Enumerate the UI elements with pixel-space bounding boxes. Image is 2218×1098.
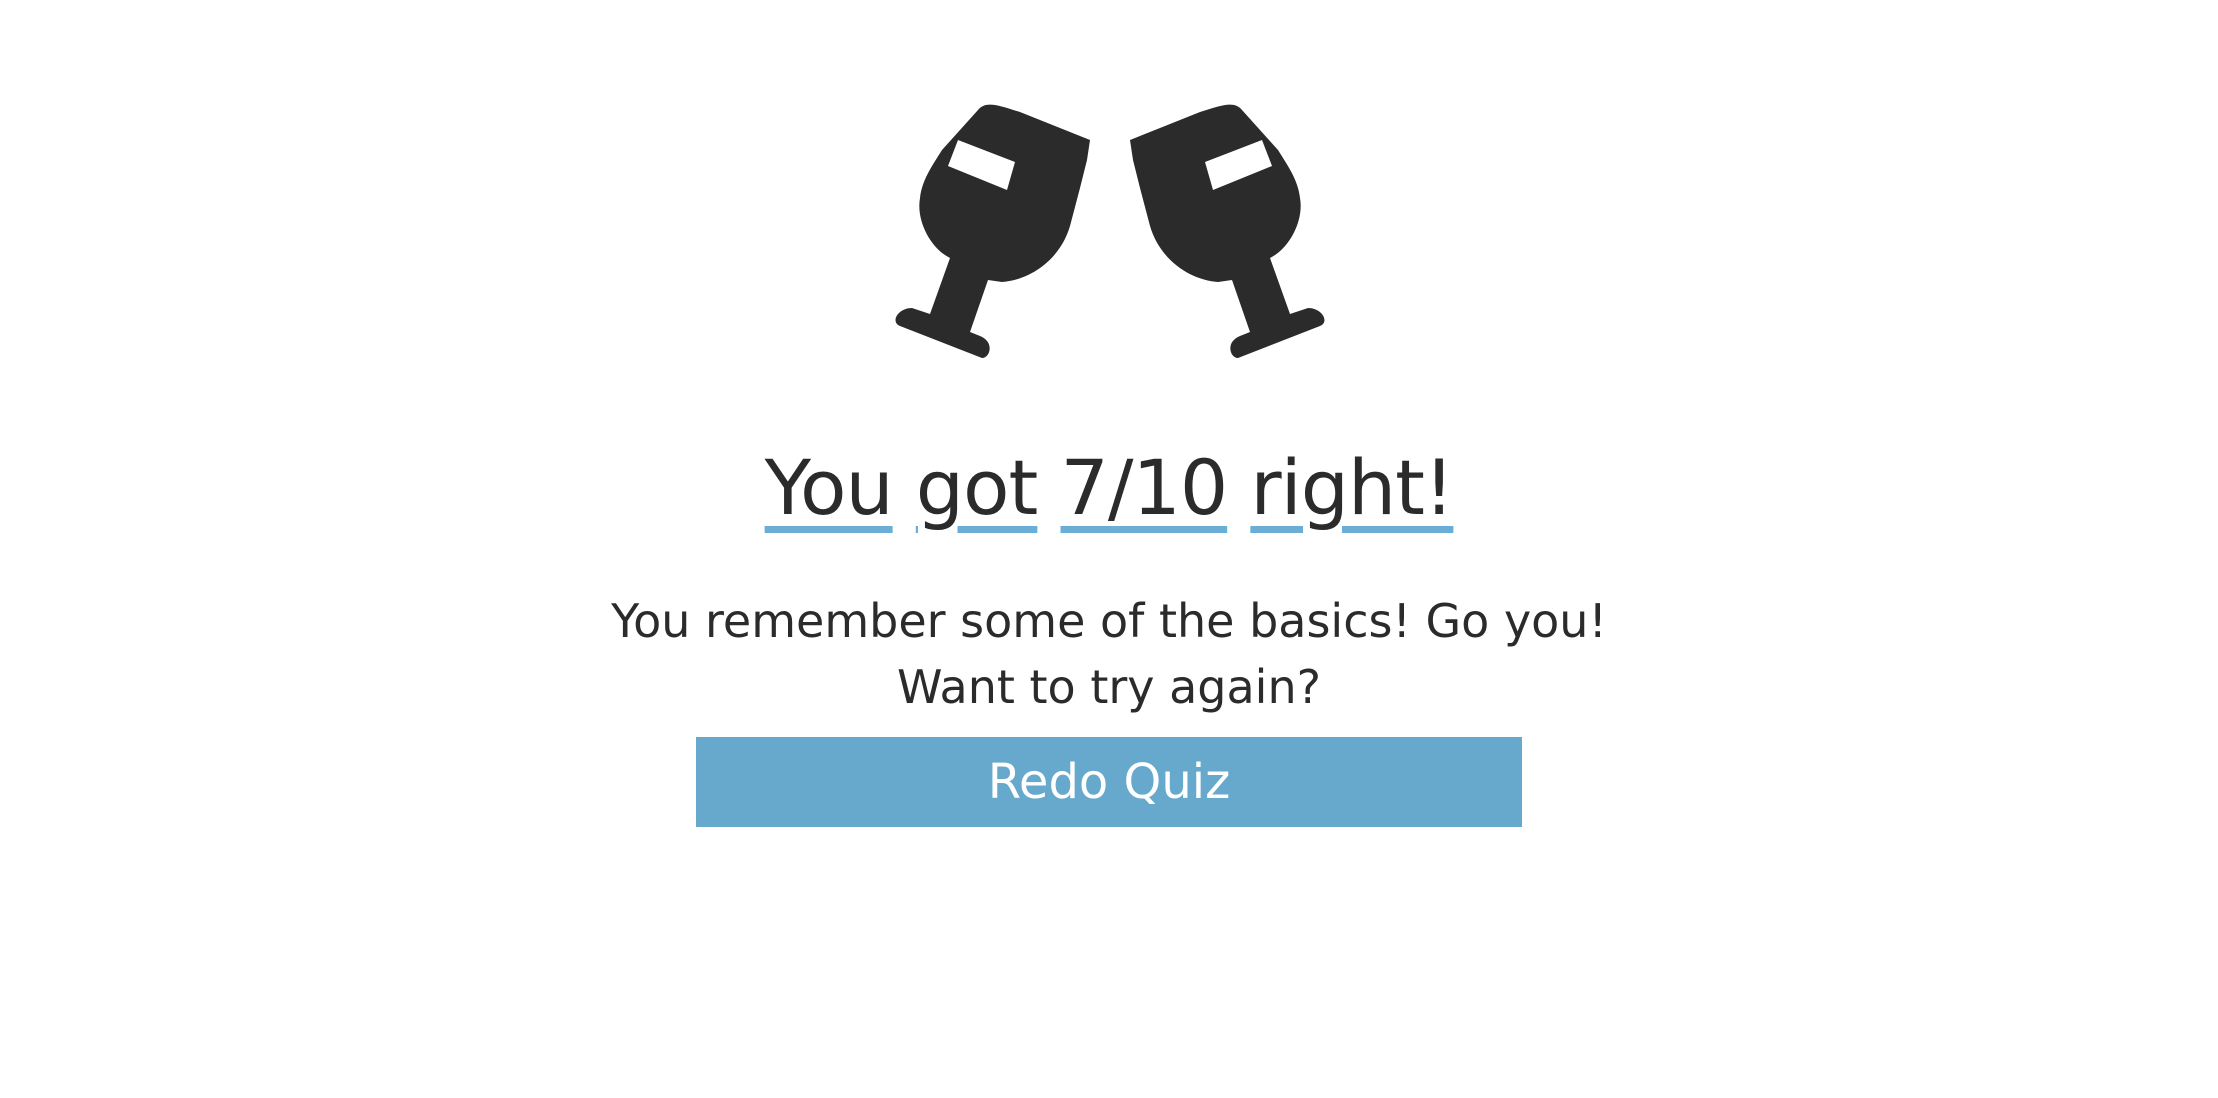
score-value: 7/10 [1060, 443, 1229, 532]
cheers-wine-glasses-icon [890, 100, 1330, 440]
retry-prompt: Want to try again? [896, 660, 1322, 714]
right-wine-glass-icon [1130, 104, 1325, 359]
left-wine-glass-icon [895, 104, 1090, 359]
result-message: You remember some of the basics! Go you!… [0, 588, 2218, 720]
redo-quiz-button[interactable]: Redo Quiz [696, 737, 1522, 827]
quiz-result-panel: You got 7/10 right! You remember some of… [0, 0, 2218, 1098]
score-title-word: You [764, 443, 894, 532]
score-title-word: right! [1250, 443, 1454, 532]
score-title-word: got [915, 443, 1039, 532]
score-title: You got 7/10 right! [0, 440, 2218, 536]
result-message-line: You remember some of the basics! Go you! [611, 594, 1607, 648]
